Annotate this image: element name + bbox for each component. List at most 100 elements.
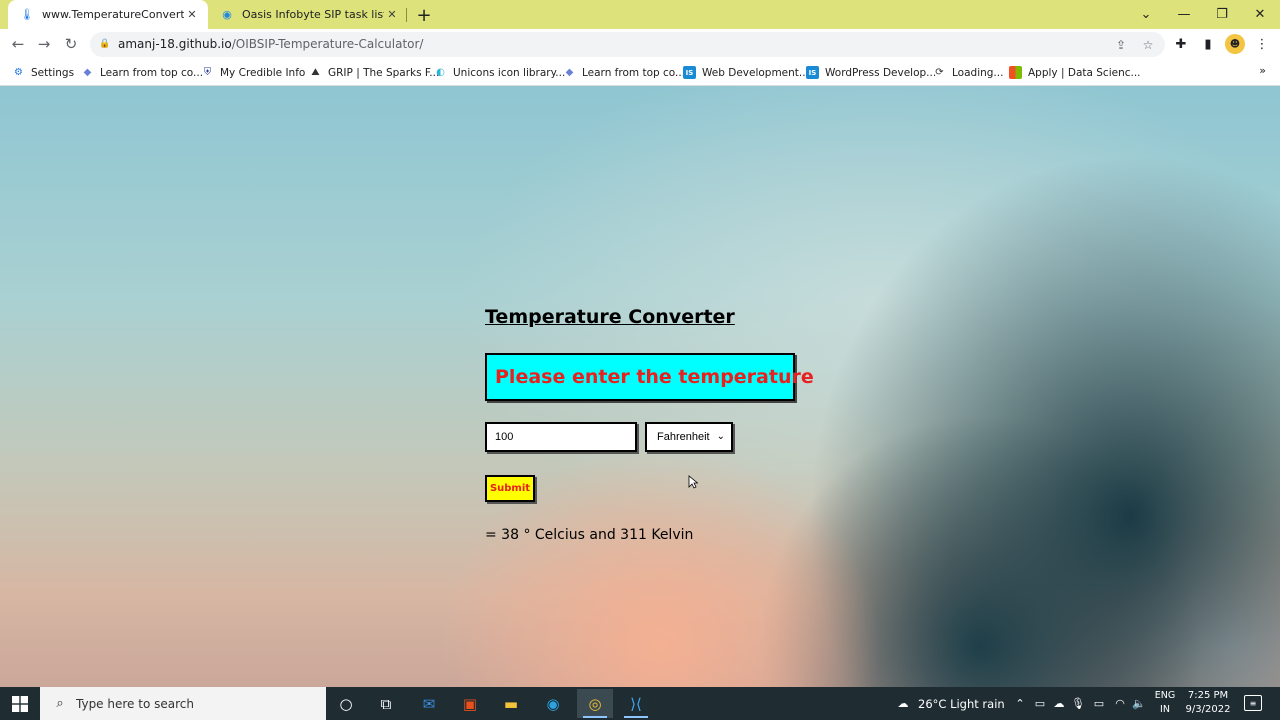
bookmark-loading[interactable]: ⟳ Loading... <box>933 64 1003 81</box>
search-icon: ⌕ <box>56 696 64 711</box>
forward-arrow-icon[interactable]: → <box>33 33 55 55</box>
loading-spinner-icon: ⟳ <box>935 67 944 78</box>
bookmark-apply-data-science[interactable]: Apply | Data Scienc... <box>1009 64 1141 81</box>
windows-start-button[interactable] <box>0 687 40 720</box>
page-title: Temperature Converter <box>485 306 735 328</box>
microphone-icon[interactable]: 🎙 <box>1070 695 1086 711</box>
clock-date: 9/3/2022 <box>1185 704 1231 715</box>
side-panel-icon[interactable]: ▮ <box>1198 34 1218 54</box>
extensions-puzzle-icon[interactable]: ✚ <box>1171 34 1191 54</box>
chevron-up-icon[interactable]: ⌃ <box>1012 695 1028 711</box>
edge-favicon-icon: ◉ <box>222 8 232 21</box>
edge-browser-icon[interactable]: ◉ <box>535 689 571 718</box>
volume-icon[interactable]: 🔈 <box>1131 695 1147 711</box>
tab-divider <box>406 8 407 22</box>
windows-logo-icon <box>12 695 28 712</box>
weather-cloud-icon[interactable]: ☁ <box>893 695 913 711</box>
bookmarks-bar: ⚙ Settings ◆ Learn from top co... ⛨ My C… <box>0 59 1280 86</box>
lang-code: ENG <box>1154 690 1176 701</box>
submit-button[interactable]: Submit <box>485 475 535 502</box>
file-explorer-icon[interactable]: ▬ <box>493 689 529 718</box>
tab-search-chevron-icon[interactable]: ⌄ <box>1127 0 1165 29</box>
bookmark-settings[interactable]: ⚙ Settings <box>12 64 74 81</box>
lock-icon[interactable]: 🔒 <box>99 38 110 50</box>
bookmark-learn-from-top-2[interactable]: ◆ Learn from top co... <box>563 64 685 81</box>
url-host: amanj-18.github.io <box>118 37 232 51</box>
mail-icon[interactable]: ✉ <box>411 689 447 718</box>
unit-select-value: Fahrenheit <box>657 431 710 443</box>
taskbar-search-box[interactable]: ⌕ Type here to search <box>40 687 326 720</box>
maximize-button[interactable]: ❐ <box>1203 0 1241 29</box>
weather-widget[interactable]: 26°C Light rain <box>918 687 1005 720</box>
office-icon[interactable]: ▣ <box>452 689 488 718</box>
minimize-button[interactable]: — <box>1165 0 1203 29</box>
more-bookmarks-chevron-icon[interactable]: » <box>1259 64 1266 77</box>
page-viewport: Temperature Converter Please enter the t… <box>0 86 1280 687</box>
bookmark-label: Loading... <box>952 66 1004 79</box>
unicons-logo-icon: ◐ <box>436 67 445 78</box>
bookmark-label: Unicons icon library... <box>453 66 566 79</box>
menu-kebab-icon[interactable]: ⋮ <box>1252 34 1272 54</box>
chrome-browser-icon[interactable]: ◎ <box>577 689 613 718</box>
bookmark-unicons[interactable]: ◐ Unicons icon library... <box>434 64 565 81</box>
device-icon[interactable]: ▭ <box>1032 695 1048 711</box>
bookmark-label: WordPress Develop... <box>825 66 937 79</box>
temperature-input-value: 100 <box>495 431 514 443</box>
clock-time: 7:25 PM <box>1187 690 1229 701</box>
tab-temperature-converter[interactable]: 🌡 www.TemperatureConverter.com ✕ <box>8 0 208 29</box>
taskbar-clock[interactable]: 7:25 PM 9/3/2022 <box>1180 689 1236 717</box>
url-text: amanj-18.github.io/OIBSIP-Temperature-Ca… <box>118 37 423 51</box>
windows-taskbar: ⌕ Type here to search ○ ⧉ ✉ ▣ ▬ ◉ ◎ ⟩⟨ ☁… <box>0 687 1280 720</box>
bookmark-my-credible-info[interactable]: ⛨ My Credible Info <box>201 64 306 81</box>
url-path: /OIBSIP-Temperature-Calculator/ <box>231 37 424 51</box>
bookmark-label: Learn from top co... <box>582 66 686 79</box>
close-tab-icon[interactable]: ✕ <box>384 7 400 23</box>
input-language[interactable]: ENG IN <box>1153 689 1177 717</box>
lang-region: IN <box>1160 704 1170 715</box>
battery-icon[interactable]: ▭ <box>1091 695 1107 711</box>
bookmark-grip-sparks[interactable]: ⛰ GRIP | The Sparks F... <box>309 64 439 81</box>
temperature-input[interactable]: 100 <box>485 422 637 452</box>
prompt-banner: Please enter the temperature <box>485 353 814 401</box>
wifi-icon[interactable]: ◠ <box>1112 695 1128 711</box>
bookmark-label: Settings <box>31 66 75 79</box>
address-bar[interactable]: 🔒 amanj-18.github.io/OIBSIP-Temperature-… <box>90 32 1165 57</box>
chevron-down-icon: ⌄ <box>716 431 725 442</box>
close-window-button[interactable]: ✕ <box>1241 0 1279 29</box>
tab-title: Oasis Infobyte SIP task list <box>242 8 384 21</box>
grip-logo-icon: ⛰ <box>311 67 320 78</box>
bookmark-learn-from-top-1[interactable]: ◆ Learn from top co... <box>81 64 203 81</box>
vscode-icon[interactable]: ⟩⟨ <box>618 689 654 718</box>
conversion-result: = 38 ° Celcius and 311 Kelvin <box>485 527 694 543</box>
bookmark-star-icon[interactable]: ☆ <box>1139 36 1157 54</box>
internshala-logo-icon: IS <box>806 66 819 79</box>
notifications-icon[interactable]: ≡ <box>1244 695 1262 711</box>
prompt-text: Please enter the temperature <box>495 366 814 388</box>
unit-select[interactable]: Fahrenheit ⌄ <box>645 422 733 452</box>
mouse-pointer-icon <box>688 475 698 489</box>
bookmark-label: Learn from top co... <box>100 66 204 79</box>
back-arrow-icon[interactable]: ← <box>7 33 29 55</box>
task-view-icon[interactable]: ⧉ <box>368 689 404 718</box>
onedrive-cloud-icon[interactable]: ☁ <box>1051 695 1067 711</box>
cortana-circle-icon[interactable]: ○ <box>328 689 364 718</box>
tab-title: www.TemperatureConverter.com <box>42 8 184 21</box>
diamond-icon: ◆ <box>83 67 92 78</box>
share-icon[interactable]: ⇪ <box>1112 36 1130 54</box>
bookmark-label: Web Development... <box>702 66 809 79</box>
bookmark-wordpress-develop[interactable]: IS WordPress Develop... <box>806 64 936 81</box>
tab-oasis-infobyte[interactable]: ◉ Oasis Infobyte SIP task list ✕ <box>208 0 408 29</box>
new-tab-button[interactable]: + <box>413 4 435 26</box>
bookmark-label: Apply | Data Scienc... <box>1028 66 1141 79</box>
gear-icon: ⚙ <box>14 67 23 78</box>
diamond-icon: ◆ <box>565 67 574 78</box>
bookmark-label: GRIP | The Sparks F... <box>328 66 440 79</box>
browser-toolbar: ← → ↻ 🔒 amanj-18.github.io/OIBSIP-Temper… <box>0 29 1280 59</box>
profile-avatar-icon[interactable]: ☻ <box>1225 34 1245 54</box>
reload-icon[interactable]: ↻ <box>60 33 82 55</box>
search-placeholder: Type here to search <box>76 696 194 711</box>
bookmark-web-development[interactable]: IS Web Development... <box>683 64 809 81</box>
shield-icon: ⛨ <box>203 67 212 78</box>
close-tab-icon[interactable]: ✕ <box>184 7 200 23</box>
bookmark-label: My Credible Info <box>220 66 306 79</box>
